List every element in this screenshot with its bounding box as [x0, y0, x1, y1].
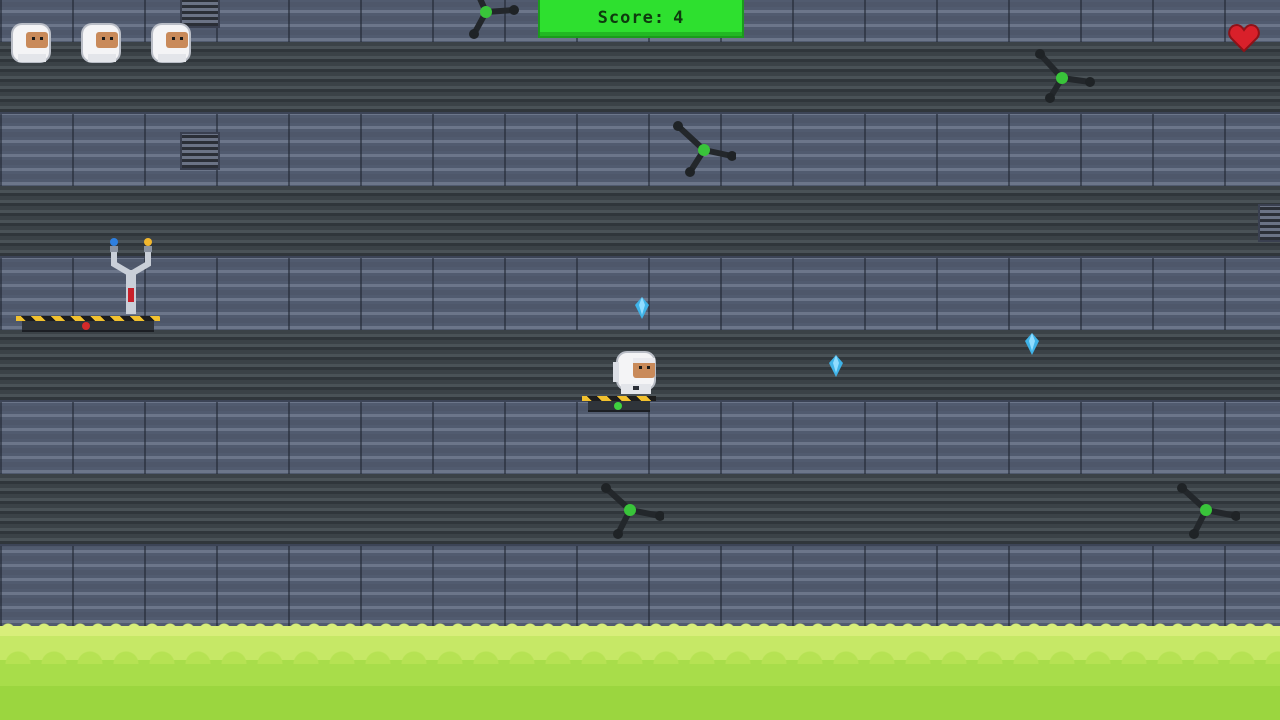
drone-enemy	[1035, 49, 1095, 103]
acid-surface	[0, 620, 1280, 630]
astronaut-player	[613, 351, 656, 394]
hazard-platform	[16, 316, 160, 332]
blue-crystal	[1025, 333, 1039, 355]
heart-icon	[1228, 23, 1260, 53]
hazard-platform	[582, 396, 656, 412]
drone-enemy	[601, 483, 664, 539]
score-display: Score: 4	[538, 0, 744, 38]
wall-row	[0, 256, 1280, 334]
blue-crystal	[829, 355, 843, 377]
acid-wave	[0, 650, 1280, 664]
wall-row	[0, 544, 1280, 628]
lives-indicator	[10, 22, 194, 66]
acid-pool	[0, 626, 1280, 720]
game-canvas[interactable]: Score: 4	[0, 0, 1280, 720]
score-value: 4	[673, 8, 685, 28]
astronaut-life-icon	[151, 23, 191, 63]
drone-enemy	[1177, 483, 1240, 539]
drone-enemy	[469, 0, 519, 39]
wall-row-dark	[0, 186, 1280, 256]
drone-enemy	[673, 121, 736, 177]
score-label: Score:	[597, 8, 666, 28]
wall-vent	[1258, 204, 1280, 242]
wall-vent	[180, 132, 220, 170]
astronaut-life-icon	[81, 23, 121, 63]
blue-crystal	[635, 297, 649, 319]
astronaut-life-icon	[11, 23, 51, 63]
lamp-device	[110, 238, 152, 314]
